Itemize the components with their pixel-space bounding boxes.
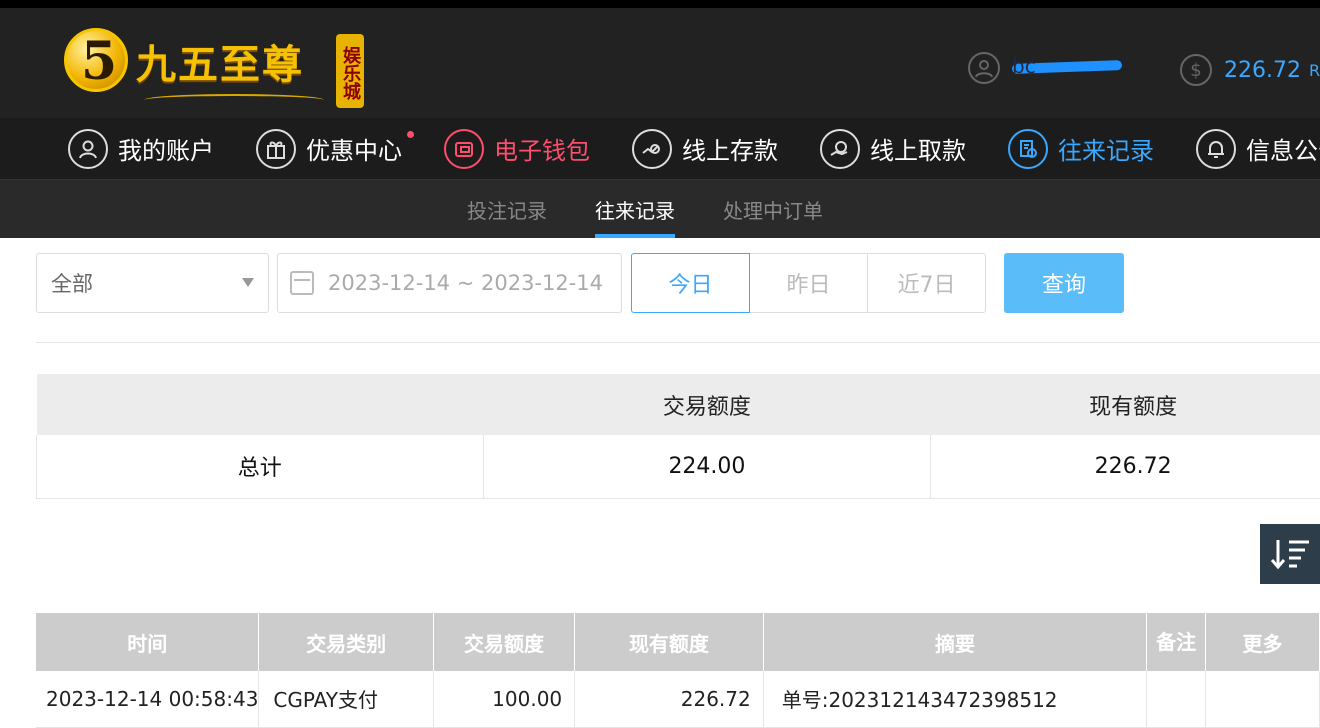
logo-seal: 娱乐城 xyxy=(336,34,364,108)
dollar-icon: $ xyxy=(1180,54,1212,86)
column-header-more: 更多 xyxy=(1205,613,1319,671)
summary-header-row: 交易额度 现有额度 xyxy=(37,374,1320,435)
balance-unit: R xyxy=(1309,61,1320,80)
cell-remark xyxy=(1147,671,1206,727)
column-header-amount: 交易额度 xyxy=(433,613,574,671)
nav-label: 我的账户 xyxy=(118,131,214,166)
nav-item-announcements[interactable]: 信息公告 xyxy=(1196,129,1320,169)
balance-display: $ 226.72 R xyxy=(1180,54,1320,86)
query-button[interactable]: 查询 xyxy=(1004,253,1124,313)
column-header-summary: 摘要 xyxy=(763,613,1147,671)
yesterday-button[interactable]: 昨日 xyxy=(749,253,868,313)
balance-amount: 226.72 xyxy=(1224,58,1301,83)
logo-badge: 5 xyxy=(64,28,128,92)
summary-total-row: 总计 224.00 226.72 xyxy=(37,435,1320,498)
records-icon xyxy=(1008,129,1048,169)
cell-summary: 单号:202312143472398512 xyxy=(763,671,1147,727)
records-subnav: 投注记录 往来记录 处理中订单 xyxy=(0,180,1320,238)
nav-item-transaction-records[interactable]: 往来记录 xyxy=(1008,129,1154,169)
calendar-icon xyxy=(290,271,314,295)
caret-down-icon xyxy=(242,278,254,287)
nav-item-my-account[interactable]: 我的账户 xyxy=(68,129,214,169)
nav-item-promotions[interactable]: 优惠中心 xyxy=(256,129,402,169)
records-header-row: 时间 交易类别 交易额度 现有额度 摘要 备注 更多 xyxy=(36,613,1320,671)
deposit-icon xyxy=(632,129,672,169)
nav-label: 线上存款 xyxy=(682,131,778,166)
date-range-picker[interactable]: 2023-12-14 ~ 2023-12-14 xyxy=(277,253,622,313)
site-header: 5 九五至尊 娱乐城 bc $ 226.72 R xyxy=(0,8,1320,118)
column-header-balance: 现有额度 xyxy=(575,613,764,671)
sort-descending-icon xyxy=(1269,534,1313,574)
cell-more[interactable] xyxy=(1205,671,1319,727)
user-info[interactable]: bc xyxy=(968,48,1112,88)
nav-label: 线上取款 xyxy=(870,131,966,166)
table-row: 2023-12-14 00:58:43 CGPAY支付 100.00 226.7… xyxy=(36,671,1320,727)
nav-item-online-deposit[interactable]: 线上存款 xyxy=(632,129,778,169)
sort-button[interactable] xyxy=(1260,524,1320,584)
summary-header-cell: 交易额度 xyxy=(483,374,931,435)
nav-label: 信息公告 xyxy=(1246,131,1320,166)
username: bc xyxy=(1012,54,1112,82)
last-7-days-button[interactable]: 近7日 xyxy=(867,253,986,313)
cell-amount: 100.00 xyxy=(433,671,574,727)
top-strip xyxy=(0,0,1320,8)
tab-pending-orders[interactable]: 处理中订单 xyxy=(699,180,847,238)
summary-cell: 226.72 xyxy=(931,435,1320,498)
filter-bar: 全部 2023-12-14 ~ 2023-12-14 今日 昨日 近7日 查询 xyxy=(36,238,1320,343)
column-header-remark: 备注 xyxy=(1147,613,1206,671)
main-nav: 我的账户 优惠中心 电子钱包 线上存款 线上取款 往来记录 信息公 xyxy=(0,118,1320,180)
bell-icon xyxy=(1196,129,1236,169)
cell-balance: 226.72 xyxy=(575,671,764,727)
site-logo[interactable]: 5 九五至尊 娱乐城 xyxy=(64,20,374,108)
summary-cell: 224.00 xyxy=(483,435,931,498)
cell-type: CGPAY支付 xyxy=(259,671,434,727)
user-avatar-icon xyxy=(968,52,1000,84)
date-range-value: 2023-12-14 ~ 2023-12-14 xyxy=(328,271,603,295)
nav-label: 优惠中心 xyxy=(306,131,402,166)
summary-cell: 总计 xyxy=(37,435,484,498)
quick-range-buttons: 今日 昨日 近7日 xyxy=(632,253,986,313)
column-header-type: 交易类别 xyxy=(259,613,434,671)
cell-time: 2023-12-14 00:58:43 xyxy=(36,671,259,727)
wallet-icon xyxy=(444,129,484,169)
logo-flourish xyxy=(144,94,324,106)
nav-label: 电子钱包 xyxy=(494,131,590,166)
gift-icon xyxy=(256,129,296,169)
tab-bet-records[interactable]: 投注记录 xyxy=(443,180,571,238)
records-table: 时间 交易类别 交易额度 现有额度 摘要 备注 更多 2023-12-14 00… xyxy=(36,613,1320,728)
withdraw-icon xyxy=(820,129,860,169)
type-select-value: 全部 xyxy=(51,268,93,298)
logo-text: 九五至尊 xyxy=(136,32,304,90)
tab-transaction-records[interactable]: 往来记录 xyxy=(571,180,699,238)
summary-table: 交易额度 现有额度 总计 224.00 226.72 xyxy=(36,374,1320,499)
summary-header-cell xyxy=(37,374,484,435)
user-icon xyxy=(68,129,108,169)
summary-header-cell: 现有额度 xyxy=(931,374,1320,435)
nav-item-e-wallet[interactable]: 电子钱包 xyxy=(444,129,590,169)
notification-dot xyxy=(407,131,414,138)
column-header-time: 时间 xyxy=(36,613,259,671)
type-select[interactable]: 全部 xyxy=(36,253,269,313)
today-button[interactable]: 今日 xyxy=(631,253,750,313)
nav-item-online-withdraw[interactable]: 线上取款 xyxy=(820,129,966,169)
nav-label: 往来记录 xyxy=(1058,131,1154,166)
